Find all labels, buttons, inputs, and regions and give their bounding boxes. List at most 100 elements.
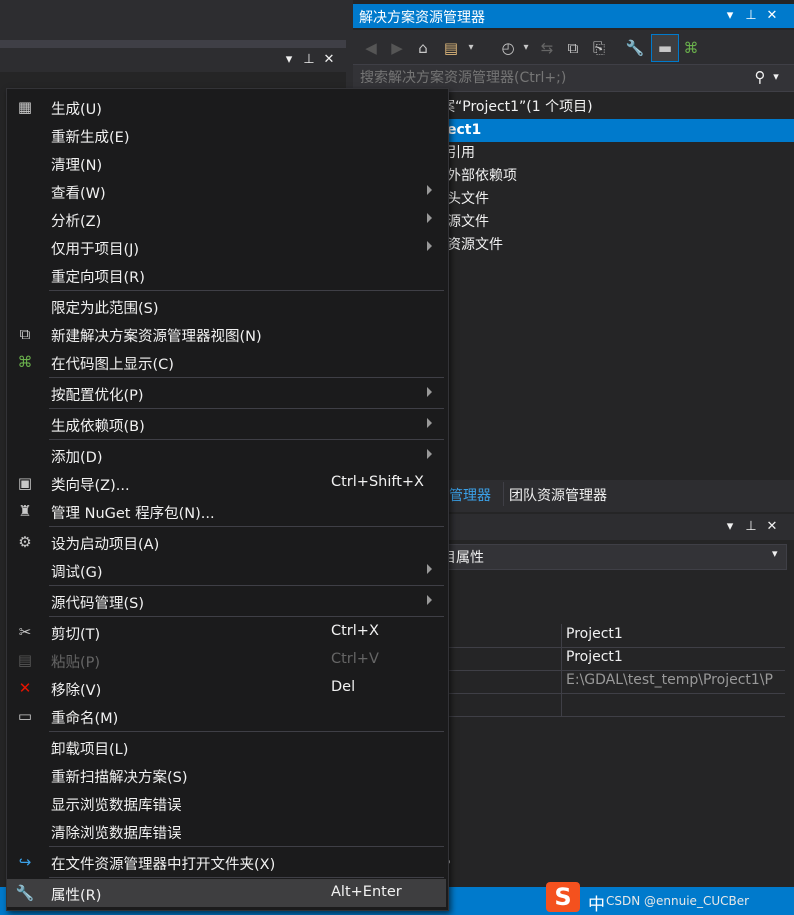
submenu-arrow-icon [427,387,432,397]
back-icon[interactable]: ◀ [361,38,381,58]
menu-separator [49,616,444,617]
solution-explorer-title-bar: 解决方案资源管理器 ▾ ⊥ ✕ [353,4,794,28]
menu-item-show-db-errors[interactable]: 显示浏览数据库错误 [7,789,446,817]
menu-separator [49,731,444,732]
menu-item-label: 移除(V) [51,683,102,699]
menu-item-label: 剪切(T) [51,627,101,643]
sync-icon[interactable]: ⇆ [537,38,557,58]
menu-item-build[interactable]: ▦ 生成(U) [7,93,446,121]
solution-explorer-toolbar: ◀ ▶ ⌂ ▤ ▾ ◴ ▾ ⇆ ⧉ ⎘ 🔧 ▬ ⌘ [353,30,794,64]
menu-separator [49,377,444,378]
wrench-icon[interactable]: 🔧 [625,38,645,58]
chevron-down-icon[interactable]: ▾ [461,38,481,58]
chevron-down-icon[interactable]: ▾ [772,547,778,560]
menu-item-clear-db-errors[interactable]: 清除浏览数据库错误 [7,817,446,845]
menu-item-label: 属性(R) [51,888,102,904]
menu-item-label: 粘贴(P) [51,655,101,671]
collapse-all-icon[interactable]: ⧉ [563,38,583,58]
menu-item-shortcut: Ctrl+X [331,623,379,639]
menu-item-remove[interactable]: ✕ 移除(V) Del [7,674,446,702]
menu-item-label: 管理 NuGet 程序包(N)... [51,506,215,522]
menu-item-label: 按配置优化(P) [51,388,144,404]
class-wizard-icon: ▣ [17,474,33,492]
menu-item-class-wizard[interactable]: ▣ 类向导(Z)... Ctrl+Shift+X [7,469,446,497]
dropdown-arrow-icon[interactable]: ▾ [280,51,298,69]
menu-item-paste[interactable]: ▤ 粘贴(P) Ctrl+V [7,646,446,674]
submenu-arrow-icon [427,418,432,428]
search-input[interactable] [358,68,742,88]
menu-item-label: 源代码管理(S) [51,596,145,612]
submenu-arrow-icon [427,241,432,251]
menu-item-source-control[interactable]: 源代码管理(S) [7,587,446,615]
left-tab-bar [0,40,346,48]
menu-item-startup[interactable]: ⚙ 设为启动项目(A) [7,528,446,556]
pending-changes-icon[interactable]: ◴ [498,38,518,58]
nuget-icon: ♜ [18,502,32,520]
tab-team-explorer[interactable]: 团队资源管理器 [509,485,607,505]
menu-separator [49,439,444,440]
dropdown-arrow-icon[interactable]: ▾ [721,7,739,25]
close-icon[interactable]: ✕ [763,518,781,536]
menu-item-add[interactable]: 添加(D) [7,441,446,469]
pin-icon[interactable]: ⊥ [742,518,760,536]
gear-icon: ⚙ [18,533,32,551]
dropdown-arrow-icon[interactable]: ▾ [721,518,739,536]
menu-item-label: 在代码图上显示(C) [51,357,174,373]
menu-item-clean[interactable]: 清理(N) [7,149,446,177]
show-all-files-icon[interactable]: ⎘ [589,38,609,58]
forward-icon[interactable]: ▶ [387,38,407,58]
submenu-arrow-icon [427,564,432,574]
menu-item-scope[interactable]: 限定为此范围(S) [7,292,446,320]
context-menu: ▦ 生成(U) 重新生成(E) 清理(N) 查看(W) 分析(Z) 仅用于项目(J) 重定向项… [6,88,449,911]
menu-item-rescan[interactable]: 重新扫描解决方案(S) [7,761,446,789]
menu-item-pgo[interactable]: 按配置优化(P) [7,379,446,407]
code-map-icon[interactable]: ⌘ [681,38,701,58]
menu-item-debug[interactable]: 调试(G) [7,556,446,584]
pin-icon[interactable]: ⊥ [742,7,760,25]
menu-item-label: 仅用于项目(J) [51,242,140,258]
menu-item-build-deps[interactable]: 生成依赖项(B) [7,410,446,438]
menu-item-project-only[interactable]: 仅用于项目(J) [7,233,446,261]
chevron-down-icon[interactable]: ▾ [516,38,536,58]
menu-item-label: 生成(U) [51,102,102,118]
menu-item-shortcut: Alt+Enter [331,884,402,900]
menu-item-label: 类向导(Z)... [51,478,130,494]
menu-item-cut[interactable]: ✂ 剪切(T) Ctrl+X [7,618,446,646]
menu-item-properties[interactable]: 🔧 属性(R) Alt+Enter [7,879,446,907]
menu-item-label: 清除浏览数据库错误 [51,826,182,842]
ime-lang[interactable]: 中 [588,890,605,915]
home-icon[interactable]: ⌂ [413,38,433,58]
menu-item-label: 新建解决方案资源管理器视图(N) [51,329,262,345]
menu-item-label: 显示浏览数据库错误 [51,798,182,814]
menu-item-shortcut: Ctrl+V [331,651,379,667]
open-folder-icon: ↪ [18,853,32,871]
menu-item-nuget[interactable]: ♜ 管理 NuGet 程序包(N)... [7,497,446,525]
paste-icon: ▤ [17,651,33,669]
menu-item-open-folder[interactable]: ↪ 在文件资源管理器中打开文件夹(X) [7,848,446,876]
close-icon[interactable]: ✕ [320,51,338,69]
chevron-down-icon[interactable]: ▾ [767,68,785,86]
pin-icon[interactable]: ⊥ [300,51,318,69]
menu-item-unload[interactable]: 卸载项目(L) [7,733,446,761]
menu-item-shortcut: Ctrl+Shift+X [331,474,424,490]
menu-item-label: 生成依赖项(B) [51,419,145,435]
switch-views-icon[interactable]: ▤ [441,38,461,58]
menu-item-analyze[interactable]: 分析(Z) [7,205,446,233]
menu-separator [49,846,444,847]
menu-item-rebuild[interactable]: 重新生成(E) [7,121,446,149]
menu-item-rename[interactable]: ▭ 重命名(M) [7,702,446,730]
ime-logo[interactable]: S [546,882,580,912]
close-icon[interactable]: ✕ [763,7,781,25]
menu-item-new-view[interactable]: ⧉ 新建解决方案资源管理器视图(N) [7,320,446,348]
tab-solution-explorer[interactable]: 管理器 [449,485,491,505]
menu-item-view[interactable]: 查看(W) [7,177,446,205]
rename-icon: ▭ [17,707,33,725]
preview-icon[interactable]: ▬ [651,34,679,62]
submenu-arrow-icon [427,449,432,459]
menu-item-retarget[interactable]: 重定向项目(R) [7,261,446,289]
solution-explorer-title: 解决方案资源管理器 [359,10,485,26]
watermark: CSDN @ennuie_CUCBer [606,894,750,908]
menu-item-code-map[interactable]: ⌘ 在代码图上显示(C) [7,348,446,376]
menu-item-label: 设为启动项目(A) [51,537,160,553]
grid-divider [561,624,562,716]
